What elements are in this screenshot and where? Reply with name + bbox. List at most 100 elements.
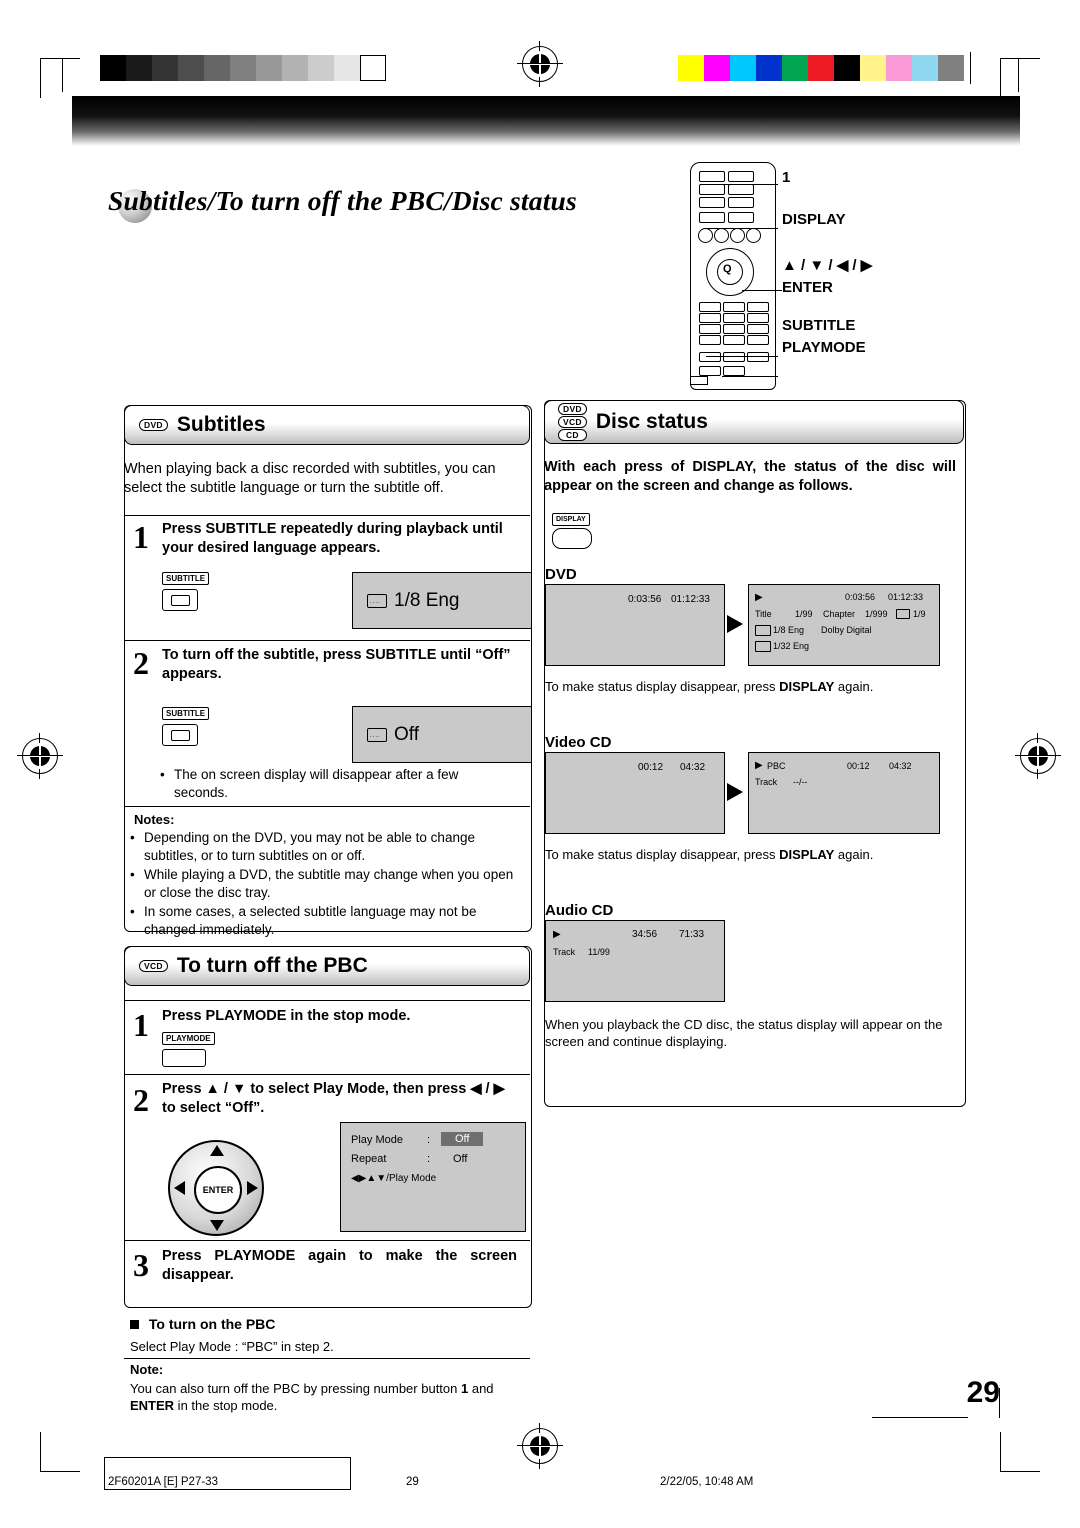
arrow-icon	[727, 615, 743, 633]
registration-mark	[517, 1423, 563, 1469]
page-root: Subtitles/To turn off the PBC/Disc statu…	[0, 0, 1080, 1528]
crop-mark	[1000, 1471, 1040, 1472]
subtitle-osd-icon: ....	[367, 727, 387, 742]
divider	[124, 1358, 530, 1360]
pbc-step2-text: Press ▲ / ▼ to select Play Mode, then pr…	[162, 1081, 505, 1116]
crop-mark	[1000, 1432, 1001, 1472]
page-number-rule-v	[998, 1388, 1000, 1418]
crop-mark	[40, 1471, 80, 1472]
disc-status-intro: With each press of DISPLAY, the status o…	[544, 459, 956, 494]
divider	[124, 1000, 530, 1002]
callout-playmode: PLAYMODE	[782, 339, 866, 356]
subtitles-step2-text: To turn off the subtitle, press SUBTITLE…	[162, 647, 511, 682]
playmode-key	[747, 352, 769, 362]
pbc-heading: To turn off the PBC	[176, 954, 368, 977]
playmode-osd: Play Mode : Off Repeat : Off ◀▶▲▼/Play M…	[340, 1122, 526, 1232]
page-number: 29	[966, 1376, 1000, 1409]
dvd-caption: To make status display disappear, press …	[545, 679, 874, 694]
arrow-icon	[727, 783, 743, 801]
pbc-step1-text: Press PLAYMODE in the stop mode.	[162, 1008, 411, 1024]
square-bullet-icon	[130, 1320, 139, 1329]
crop-mark	[40, 1432, 41, 1472]
divider	[124, 640, 530, 642]
subtitles-step2-bullet: • The on screen display will disappear af…	[160, 767, 459, 800]
page-title-text: Subtitles/To turn off the PBC/Disc statu…	[108, 185, 577, 216]
playmode-button-icon: PLAYMODE	[162, 1028, 215, 1067]
footer-box	[104, 1489, 350, 1490]
subtitles-step2-number: 2	[133, 645, 149, 681]
cd-badge: CD	[558, 429, 587, 441]
registration-mark	[517, 41, 563, 87]
osd-repeat-value: Off	[453, 1153, 468, 1165]
cd-label: Audio CD	[545, 902, 614, 919]
header-band	[72, 96, 1020, 146]
pbc-panel-header: VCD To turn off the PBC	[124, 946, 530, 986]
color-bar	[678, 55, 964, 81]
pbc-subtext: Select Play Mode : “PBC” in step 2.	[130, 1339, 334, 1354]
subtitles-notes: • Depending on the DVD, you may not be ab…	[130, 830, 514, 937]
subtitle-icon	[755, 625, 771, 636]
divider	[124, 806, 530, 808]
osd-repeat-label: Repeat	[351, 1153, 387, 1165]
subtitles-intro: When playing back a disc recorded with s…	[124, 461, 496, 496]
divider	[124, 1240, 530, 1242]
crop-mark	[40, 58, 80, 59]
divider	[124, 1074, 530, 1076]
display-key	[699, 212, 725, 223]
subtitles-osd-2: .... Off	[352, 706, 532, 763]
subtitles-osd-1-text: 1/8 Eng	[394, 589, 460, 611]
registration-mark	[17, 733, 63, 779]
dvd-badge: DVD	[558, 403, 587, 415]
crop-mark	[62, 58, 63, 92]
grayscale-bar	[100, 55, 386, 81]
subtitle-osd-icon: ....	[367, 593, 387, 608]
pbc-step3-number: 3	[133, 1247, 149, 1283]
footer-center: 29	[406, 1476, 419, 1488]
crop-mark	[1000, 58, 1040, 59]
vcd-caption: To make status display disappear, press …	[545, 847, 874, 862]
vcd-badge: VCD	[558, 416, 587, 428]
vcd-screen-1: 00:12 04:32	[545, 752, 725, 834]
remote-callouts: 1 DISPLAY ▲ / ▼ / ◀ / ▶ ENTER SUBTITLE P…	[782, 168, 1022, 360]
osd-playmode-label: Play Mode	[351, 1134, 403, 1146]
subtitles-osd-2-text: Off	[394, 723, 419, 745]
callout-display: DISPLAY	[782, 211, 846, 228]
angle-icon	[896, 609, 910, 619]
notes-label: Notes:	[134, 812, 175, 827]
divider	[124, 515, 530, 517]
subtitle-button-icon: SUBTITLE	[162, 568, 210, 611]
osd-hint: ◀▶▲▼/Play Mode	[351, 1173, 437, 1184]
pbc-step1-number: 1	[133, 1007, 149, 1043]
subtitles-step1-number: 1	[133, 519, 149, 555]
dvd-badge: DVD	[139, 419, 168, 431]
dpad-illustration: ENTER	[168, 1140, 264, 1236]
vcd-badge: VCD	[139, 960, 168, 972]
cd-screen: ▶ 34:56 71:33 Track 11/99	[545, 920, 725, 1002]
callout-arrows: ▲ / ▼ / ◀ / ▶	[782, 257, 873, 274]
cd-caption: When you playback the CD disc, the statu…	[545, 1017, 943, 1049]
subtitle-key	[699, 352, 721, 362]
osd-playmode-value: Off	[441, 1132, 484, 1146]
dvd-screen-1: 0:03:56 01:12:33	[545, 584, 725, 666]
subtitles-osd-1: .... 1/8 Eng	[352, 572, 532, 629]
footer-box	[104, 1457, 350, 1458]
note-label: Note:	[130, 1362, 164, 1377]
subtitle-button-icon-2: SUBTITLE	[162, 703, 210, 746]
crop-mark	[40, 58, 41, 98]
vcd-label: Video CD	[545, 734, 612, 751]
crop-mark	[1018, 58, 1019, 92]
leader-line	[706, 228, 778, 229]
pbc-step3-text: Press PLAYMODE again to make the screen …	[162, 1248, 517, 1283]
page-number-rule	[872, 1416, 968, 1418]
pbc-step2-number: 2	[133, 1082, 149, 1118]
footer-right: 2/22/05, 10:48 AM	[660, 1476, 754, 1488]
audio-icon	[755, 641, 771, 652]
display-button-icon: DISPLAY	[552, 508, 592, 549]
disc-status-panel-header: DVD VCD CD Disc status	[544, 400, 964, 444]
disc-badges: DVD VCD CD	[558, 403, 587, 441]
registration-mark	[1015, 733, 1061, 779]
crop-mark	[970, 52, 971, 84]
footer-box	[104, 1457, 105, 1490]
callout-subtitle: SUBTITLE	[782, 317, 856, 334]
disc-status-heading: Disc status	[595, 410, 708, 433]
